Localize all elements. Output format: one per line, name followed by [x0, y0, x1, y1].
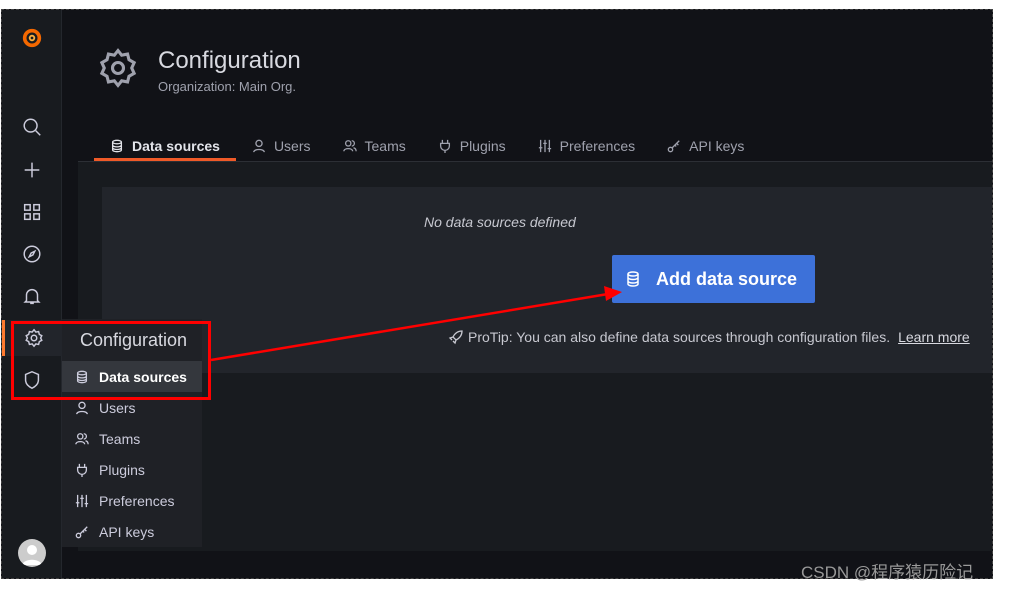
explore-icon[interactable] [2, 236, 62, 272]
content-area: No data sources defined Add data source … [78, 161, 992, 551]
menu-item-api-keys[interactable]: API keys [62, 516, 202, 547]
protip: ProTip: You can also define data sources… [448, 329, 970, 345]
user-icon [253, 139, 265, 152]
tab-preferences[interactable]: Preferences [522, 130, 651, 161]
dashboards-icon[interactable] [2, 194, 62, 230]
menu-item-label: Data sources [99, 368, 187, 385]
watermark: CSDN @程序猿历险记 [801, 563, 974, 582]
grafana-window: Configuration Organization: Main Org. Da… [1, 9, 993, 579]
page-subtitle: Organization: Main Org. [158, 79, 297, 94]
plug-icon [76, 463, 88, 477]
gear-icon[interactable] [2, 320, 62, 356]
bell-icon[interactable] [2, 278, 62, 314]
tab-data-sources[interactable]: Data sources [94, 130, 236, 161]
menu-item-label: Preferences [99, 492, 175, 509]
tab-label: Users [273, 137, 311, 154]
tab-bar: Data sources Users Teams Plugins Prefere… [94, 130, 760, 161]
users-icon [342, 139, 357, 151]
protip-text: ProTip: You can also define data sources… [468, 329, 891, 345]
plug-icon [439, 139, 450, 153]
plus-icon[interactable] [2, 152, 62, 188]
users-icon [75, 432, 89, 444]
grafana-logo[interactable] [2, 20, 62, 56]
menu-item-data-sources[interactable]: Data sources [62, 361, 202, 392]
shield-icon[interactable] [2, 362, 62, 398]
tab-label: Plugins [459, 137, 506, 154]
tab-label: Teams [364, 137, 406, 154]
menu-item-label: Teams [99, 430, 141, 447]
database-icon [627, 271, 639, 287]
database-icon [76, 370, 88, 383]
sliders-icon [538, 139, 551, 152]
gear-icon [99, 48, 137, 88]
user-icon [76, 401, 88, 414]
menu-title[interactable]: Configuration [62, 319, 202, 361]
tab-users[interactable]: Users [236, 130, 327, 161]
rocket-icon [448, 330, 463, 345]
sliders-icon [75, 494, 89, 507]
empty-message: No data sources defined [424, 214, 576, 230]
search-icon[interactable] [2, 109, 62, 145]
tab-teams[interactable]: Teams [327, 130, 422, 161]
menu-item-users[interactable]: Users [62, 392, 202, 423]
configuration-flyout-menu: Configuration Data sources Users Teams P… [62, 319, 202, 547]
tab-plugins[interactable]: Plugins [422, 130, 522, 161]
menu-item-label: API keys [99, 523, 155, 540]
tab-label: Data sources [132, 137, 220, 154]
tab-label: Preferences [559, 137, 636, 154]
key-icon [667, 139, 680, 152]
avatar[interactable] [18, 539, 46, 567]
database-icon [111, 139, 123, 152]
sidebar [2, 10, 62, 578]
menu-item-label: Users [99, 399, 136, 416]
empty-state-panel: No data sources defined Add data source … [102, 187, 992, 373]
learn-more-link[interactable]: Learn more [898, 329, 970, 345]
tab-label: API keys [689, 137, 745, 154]
menu-item-teams[interactable]: Teams [62, 423, 202, 454]
menu-item-preferences[interactable]: Preferences [62, 485, 202, 516]
button-label: Add data source [656, 268, 798, 289]
tab-api-keys[interactable]: API keys [651, 130, 760, 161]
menu-item-label: Plugins [99, 461, 145, 478]
menu-item-plugins[interactable]: Plugins [62, 454, 202, 485]
key-icon [75, 525, 88, 538]
add-data-source-button[interactable]: Add data source [612, 255, 815, 303]
page-title: Configuration [158, 47, 301, 74]
